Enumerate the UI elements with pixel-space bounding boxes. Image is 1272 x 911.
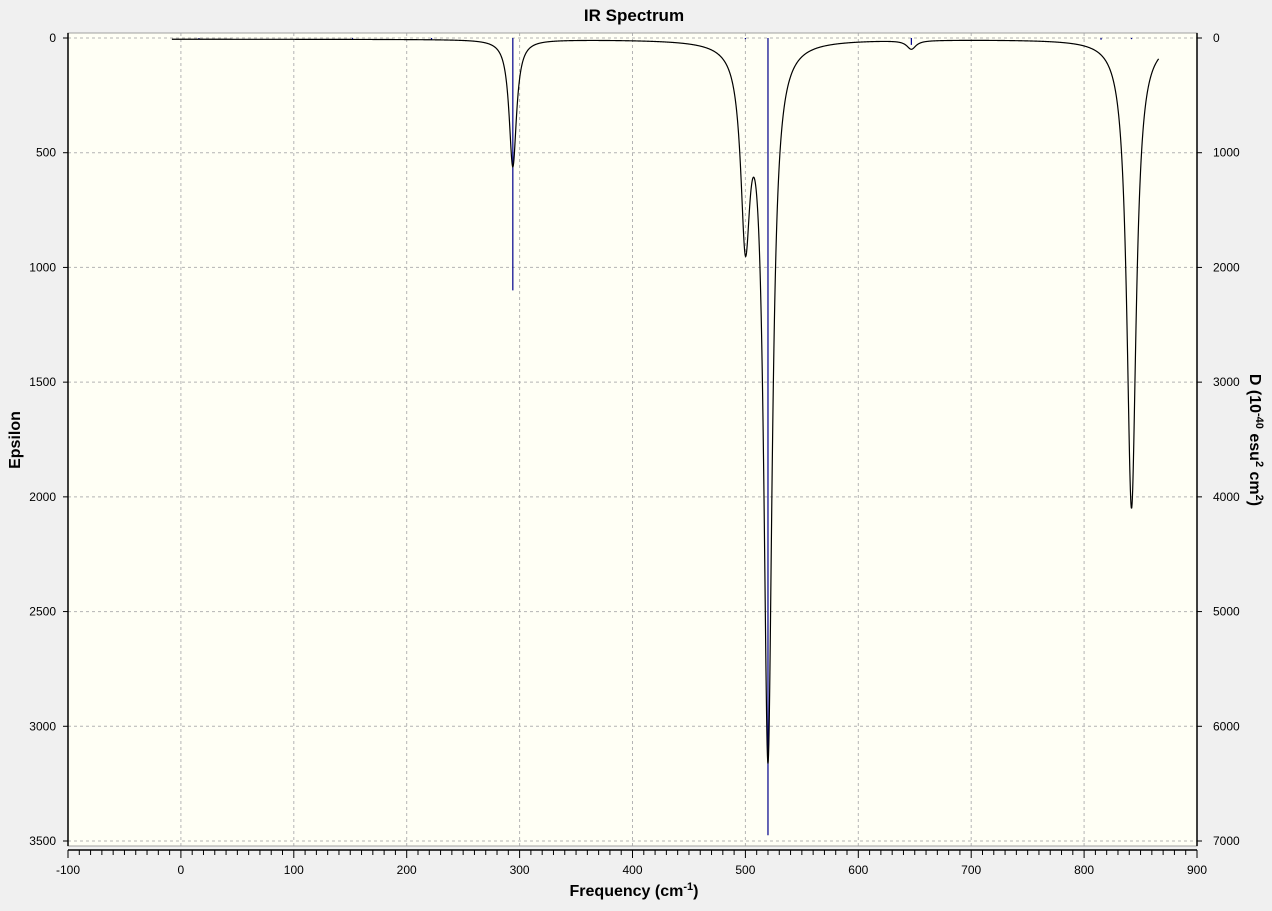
y-left-tick-label: 0 (49, 31, 56, 45)
y-right-tick-label: 0 (1213, 31, 1220, 45)
x-tick-label: 800 (1074, 863, 1094, 877)
y-right-tick-label: 2000 (1213, 260, 1240, 274)
y-right-tick-label: 5000 (1213, 605, 1240, 619)
y-left-tick-label: 3000 (29, 719, 56, 733)
y-right-tick-label: 6000 (1213, 719, 1240, 733)
x-tick-label: 900 (1187, 863, 1207, 877)
y-right-tick-label: 1000 (1213, 146, 1240, 160)
y-right-tick-label: 7000 (1213, 834, 1240, 848)
ir-spectrum-window: -100 0 100 200 300 400 500 600 700 800 900 0 500 100… (0, 0, 1272, 906)
y-left-axis-label: Epsilon (7, 411, 24, 469)
ir-spectrum-chart: -100 0 100 200 300 400 500 600 700 800 900 0 500 100… (7, 6, 1265, 900)
y-left-tick-label: 2000 (29, 490, 56, 504)
y-left-tick-label: 1500 (29, 375, 56, 389)
y-right-tick-labels: 0 1000 2000 3000 4000 5000 6000 7000 (1213, 31, 1240, 848)
x-tick-label: 300 (510, 863, 530, 877)
y-left-tick-label: 3500 (29, 834, 56, 848)
chart-title: IR Spectrum (584, 6, 684, 25)
x-tick-label: 200 (397, 863, 417, 877)
x-tick-label: 400 (622, 863, 642, 877)
y-right-axis-label: D (10-40 esu2 cm2) (1246, 374, 1265, 506)
y-left-tick-labels: 0 500 1000 1500 2000 2500 3000 3500 (29, 31, 56, 848)
y-left-tick-label: 1000 (29, 260, 56, 274)
x-tick-label: 700 (961, 863, 981, 877)
x-axis-label: Frequency (cm-1) (570, 881, 699, 900)
x-tick-label: 600 (848, 863, 868, 877)
y-right-tick-label: 4000 (1213, 490, 1240, 504)
x-tick-label: -100 (56, 863, 80, 877)
x-tick-labels: -100 0 100 200 300 400 500 600 700 800 900 (56, 863, 1207, 877)
x-minor-ticks (67, 850, 1198, 858)
y-left-tick-label: 500 (36, 146, 56, 160)
x-tick-label: 0 (178, 863, 185, 877)
x-tick-label: 100 (284, 863, 304, 877)
y-left-tick-label: 2500 (29, 605, 56, 619)
x-tick-label: 500 (735, 863, 755, 877)
y-right-tick-label: 3000 (1213, 375, 1240, 389)
